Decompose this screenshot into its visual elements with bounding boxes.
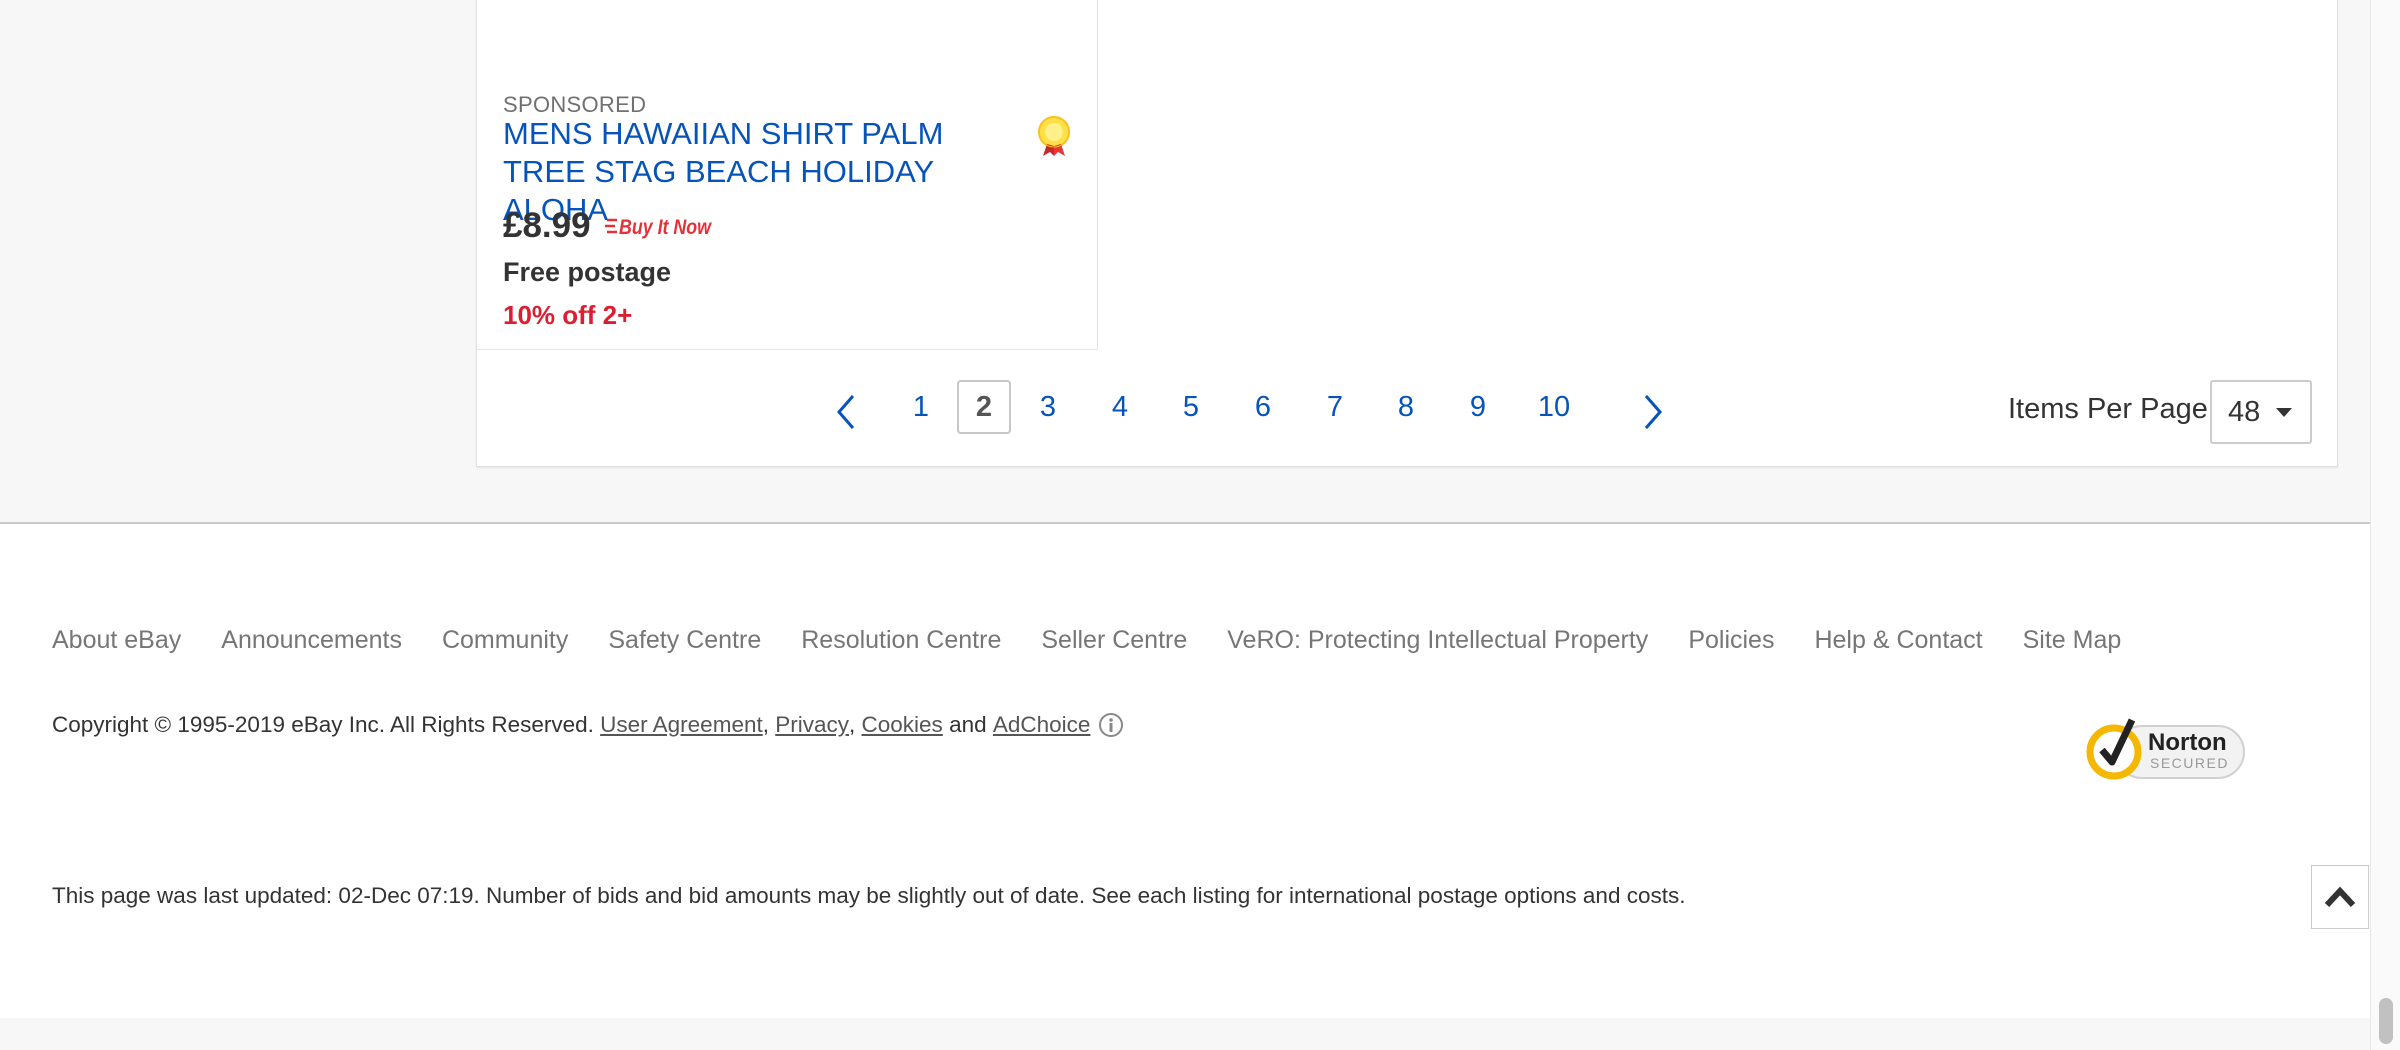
footer-link-policies[interactable]: Policies	[1688, 626, 1774, 655]
page-link-9[interactable]: 9	[1451, 380, 1505, 434]
multi-buy-discount: 10% off 2+	[503, 300, 633, 330]
footer-link-seller-centre[interactable]: Seller Centre	[1041, 626, 1187, 655]
footer-link-safety-centre[interactable]: Safety Centre	[608, 626, 761, 655]
copyright-text: Copyright © 1995-2019 eBay Inc. All Righ…	[52, 712, 594, 737]
search-results-panel: SPONSORED MENS HAWAIIAN SHIRT PALM TREE …	[476, 0, 2338, 467]
footer-link-announcements[interactable]: Announcements	[221, 626, 402, 655]
scrollbar[interactable]	[2370, 0, 2400, 1050]
page-bottom-band	[0, 1018, 2370, 1050]
pagination: 1 2 3 4 5 6 7 8 9 10 Items Per Page 48	[477, 350, 2337, 466]
comma-separator: ,	[762, 712, 776, 737]
items-per-page-select[interactable]: 48	[2210, 380, 2312, 444]
page-link-7[interactable]: 7	[1308, 380, 1362, 434]
privacy-link[interactable]: Privacy	[775, 712, 849, 738]
price-row: £8.99 Buy It Now	[503, 206, 713, 246]
footer-link-help-contact[interactable]: Help & Contact	[1814, 626, 1982, 655]
footer-link-about-ebay[interactable]: About eBay	[52, 626, 181, 655]
norton-secured-logo: Norton SECURED	[2086, 718, 2245, 780]
cookies-link[interactable]: Cookies	[862, 712, 943, 738]
norton-subtitle-text: SECURED	[2150, 755, 2229, 771]
previous-page-icon[interactable]	[829, 392, 865, 432]
page-link-6[interactable]: 6	[1236, 380, 1290, 434]
page-link-2-current[interactable]: 2	[957, 380, 1011, 434]
buy-it-now-text: Buy It Now	[619, 216, 712, 239]
items-per-page-value: 48	[2228, 395, 2261, 428]
last-updated-notice: This page was last updated: 02-Dec 07:19…	[52, 883, 1686, 908]
norton-title-text: Norton	[2148, 729, 2227, 756]
copyright-line: Copyright © 1995-2019 eBay Inc. All Righ…	[52, 712, 1124, 738]
footer-link-resolution-centre[interactable]: Resolution Centre	[801, 626, 1001, 655]
listing-price: £8.99	[503, 206, 591, 245]
chevron-down-icon	[2276, 407, 2293, 417]
next-page-icon[interactable]	[1634, 392, 1670, 432]
scrollbar-thumb[interactable]	[2379, 998, 2393, 1044]
page-link-5[interactable]: 5	[1164, 380, 1218, 434]
footer-link-vero[interactable]: VeRO: Protecting Intellectual Property	[1227, 626, 1648, 655]
buy-it-now-icon: Buy It Now	[604, 216, 712, 239]
user-agreement-link[interactable]: User Agreement	[600, 712, 763, 738]
back-to-top-button[interactable]	[2311, 865, 2369, 929]
page-link-3[interactable]: 3	[1021, 380, 1075, 434]
items-per-page-label: Items Per Page	[2008, 393, 2208, 425]
footer-link-community[interactable]: Community	[442, 626, 568, 655]
top-rated-seller-badge-icon	[1038, 116, 1070, 156]
page-link-4[interactable]: 4	[1093, 380, 1147, 434]
footer: About eBay Announcements Community Safet…	[0, 524, 2370, 1018]
chevron-up-icon	[2324, 886, 2356, 908]
comma-separator: ,	[849, 712, 862, 737]
footer-links: About eBay Announcements Community Safet…	[52, 626, 2121, 655]
adchoice-link[interactable]: AdChoice	[993, 712, 1091, 738]
footer-link-site-map[interactable]: Site Map	[2023, 626, 2122, 655]
page-link-1[interactable]: 1	[894, 380, 948, 434]
page-link-8[interactable]: 8	[1379, 380, 1433, 434]
adchoice-icon[interactable]	[1098, 712, 1124, 738]
page-link-10[interactable]: 10	[1527, 380, 1581, 434]
and-text: and	[949, 712, 987, 737]
postage-info: Free postage	[503, 257, 672, 287]
listing-card: SPONSORED MENS HAWAIIAN SHIRT PALM TREE …	[477, 0, 1098, 350]
